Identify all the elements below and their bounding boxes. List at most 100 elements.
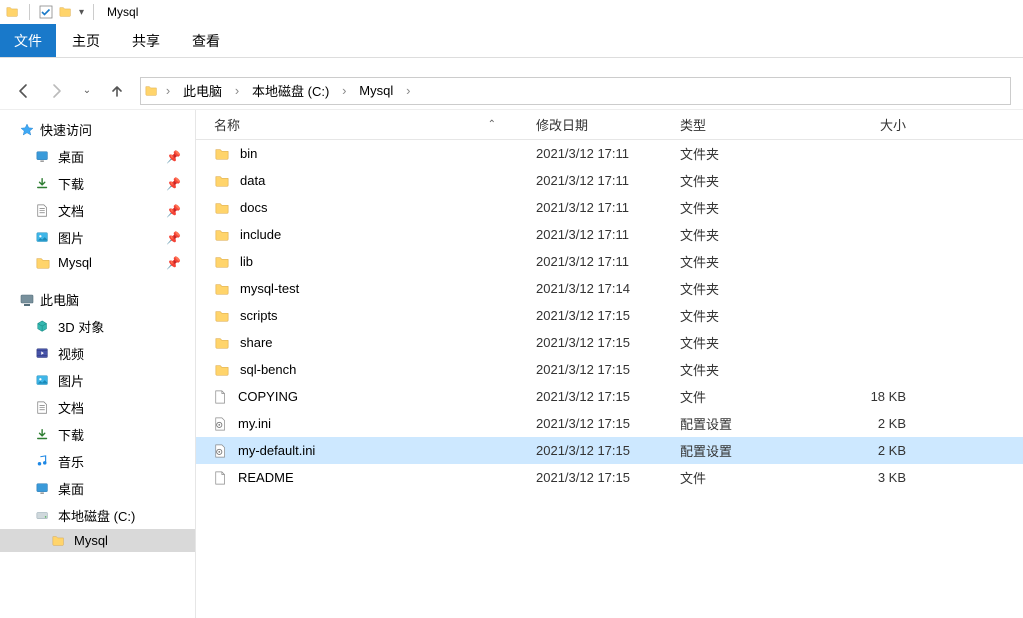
sidebar-item[interactable]: 音乐 [0,448,195,475]
sidebar-item[interactable]: 图片 [0,367,195,394]
document-icon [36,204,50,218]
sidebar-item-mysql[interactable]: Mysql [0,529,195,552]
chevron-right-icon[interactable]: › [401,83,415,98]
column-header-size[interactable]: 大小 [824,115,920,134]
sidebar-item[interactable]: 文档 [0,394,195,421]
sidebar-item-label: 桌面 [58,479,84,498]
sidebar-item[interactable]: 桌面 [0,475,195,502]
file-size: 3 KB [824,470,920,485]
nav-forward-button[interactable] [46,80,68,102]
folder-icon [214,309,230,323]
file-name: my-default.ini [238,443,315,458]
file-name: COPYING [238,389,298,404]
sidebar-quick-access[interactable]: 快速访问 [0,116,195,143]
file-type: 配置设置 [680,441,824,460]
file-type: 文件夹 [680,252,824,271]
ribbon-tab-share[interactable]: 共享 [116,24,176,57]
file-row[interactable]: scripts2021/3/12 17:15文件夹 [196,302,1023,329]
sidebar-item[interactable]: 文档📌 [0,197,195,224]
3d-icon [36,320,50,334]
file-date: 2021/3/12 17:11 [536,254,680,269]
sidebar: 快速访问 桌面📌下载📌文档📌图片📌Mysql📌 此电脑 3D 对象视频图片文档下… [0,110,196,618]
nav-back-button[interactable] [12,80,34,102]
file-row[interactable]: docs2021/3/12 17:11文件夹 [196,194,1023,221]
file-name: bin [240,146,257,161]
file-name: data [240,173,265,188]
file-date: 2021/3/12 17:11 [536,173,680,188]
file-date: 2021/3/12 17:15 [536,335,680,350]
file-type: 配置设置 [680,414,824,433]
file-row[interactable]: lib 2021/3/12 17:11文件夹 [196,248,1023,275]
ribbon-band [0,58,1023,72]
sidebar-item-label: 音乐 [58,452,84,471]
file-row[interactable]: my-default.ini2021/3/12 17:15配置设置2 KB [196,437,1023,464]
file-icon [214,389,228,405]
sidebar-item[interactable]: 图片📌 [0,224,195,251]
sidebar-item[interactable]: 下载 [0,421,195,448]
file-date: 2021/3/12 17:15 [536,389,680,404]
folder-icon[interactable] [59,5,73,19]
folder-icon [145,84,159,98]
file-type: 文件夹 [680,198,824,217]
ribbon-tabs: 文件 主页 共享 查看 [0,24,1023,58]
ribbon-tab-view[interactable]: 查看 [176,24,236,57]
file-type: 文件夹 [680,279,824,298]
sidebar-this-pc[interactable]: 此电脑 [0,286,195,313]
address-bar[interactable]: › 此电脑 › 本地磁盘 (C:) › Mysql › [140,77,1011,105]
column-header-name[interactable]: 名称 ⌃ [214,115,536,134]
sidebar-item-label: Mysql [74,533,108,548]
ini-icon [214,443,228,459]
file-row[interactable]: mysql-test2021/3/12 17:14文件夹 [196,275,1023,302]
file-date: 2021/3/12 17:15 [536,308,680,323]
sidebar-item[interactable]: 本地磁盘 (C:) [0,502,195,529]
folder-icon [214,363,230,377]
file-name: lib [240,254,253,269]
file-row[interactable]: share2021/3/12 17:15文件夹 [196,329,1023,356]
file-row[interactable]: README2021/3/12 17:15文件3 KB [196,464,1023,491]
file-name: share [240,335,273,350]
chevron-right-icon[interactable]: › [337,83,351,98]
file-row[interactable]: sql-bench2021/3/12 17:15文件夹 [196,356,1023,383]
star-icon [20,123,34,137]
breadcrumb-segment[interactable]: 此电脑 [177,78,228,104]
column-header-type[interactable]: 类型 [680,115,824,134]
sidebar-item-label: 本地磁盘 (C:) [58,506,135,525]
file-name: mysql-test [240,281,299,296]
file-date: 2021/3/12 17:15 [536,470,680,485]
file-row[interactable]: data2021/3/12 17:11文件夹 [196,167,1023,194]
file-date: 2021/3/12 17:15 [536,362,680,377]
nav-history-dropdown[interactable]: ⌄ [80,80,94,102]
file-name: README [238,470,294,485]
properties-icon[interactable] [39,5,53,19]
breadcrumb-segment[interactable]: 本地磁盘 (C:) [246,78,335,104]
ribbon-tab-home[interactable]: 主页 [56,24,116,57]
file-row[interactable]: my.ini2021/3/12 17:15配置设置2 KB [196,410,1023,437]
file-icon [214,470,228,486]
file-name: scripts [240,308,278,323]
column-header-date[interactable]: 修改日期 [536,115,680,134]
desktop-icon [36,150,50,164]
sidebar-item[interactable]: 桌面📌 [0,143,195,170]
nav-up-button[interactable] [106,80,128,102]
pictures-icon [36,231,50,245]
sidebar-item-label: 文档 [58,398,84,417]
file-type: 文件夹 [680,225,824,244]
file-row[interactable]: include2021/3/12 17:11文件夹 [196,221,1023,248]
chevron-right-icon[interactable]: › [161,83,175,98]
sidebar-item[interactable]: 下载📌 [0,170,195,197]
pin-icon: 📌 [166,177,181,191]
file-row[interactable]: bin2021/3/12 17:11文件夹 [196,140,1023,167]
file-list[interactable]: bin2021/3/12 17:11文件夹data2021/3/12 17:11… [196,140,1023,618]
sidebar-item-label: 图片 [58,228,84,247]
qat-dropdown-icon[interactable]: ▾ [79,7,84,18]
file-row[interactable]: COPYING2021/3/12 17:15文件18 KB [196,383,1023,410]
pin-icon: 📌 [166,150,181,164]
ribbon-file-tab[interactable]: 文件 [0,24,56,57]
sidebar-item[interactable]: 3D 对象 [0,313,195,340]
breadcrumb-segment[interactable]: Mysql [353,78,399,104]
sidebar-item[interactable]: 视频 [0,340,195,367]
window-title: Mysql [107,5,138,19]
sidebar-item-label: 下载 [58,425,84,444]
sidebar-item[interactable]: Mysql📌 [0,251,195,274]
chevron-right-icon[interactable]: › [230,83,244,98]
